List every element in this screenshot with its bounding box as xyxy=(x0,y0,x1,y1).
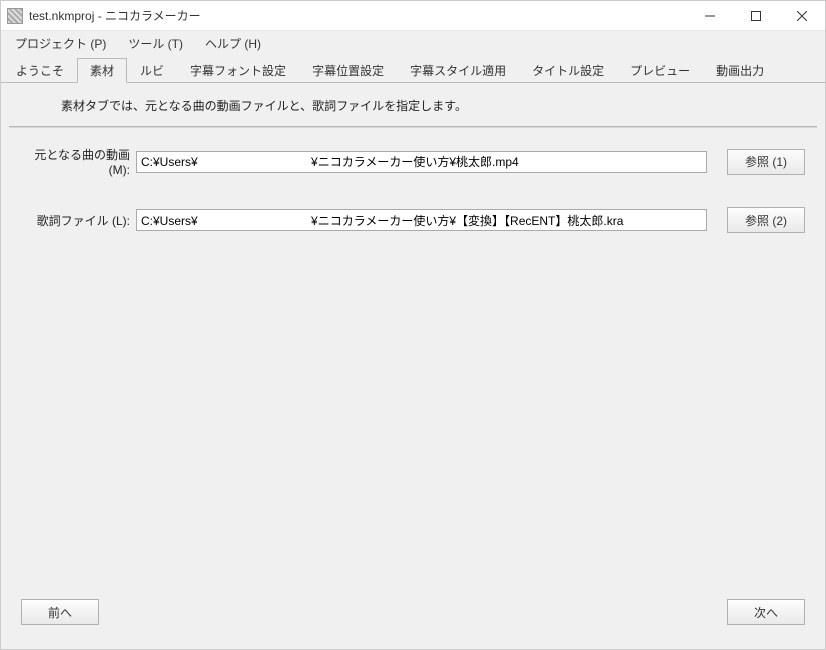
tab-font[interactable]: 字幕フォント設定 xyxy=(177,58,299,83)
tabstrip: ようこそ 素材 ルビ 字幕フォント設定 字幕位置設定 字幕スタイル適用 タイトル… xyxy=(1,55,825,83)
close-button[interactable] xyxy=(779,1,825,30)
video-browse-button[interactable]: 参照 (1) xyxy=(727,149,805,175)
video-label: 元となる曲の動画 (M): xyxy=(21,146,136,177)
menu-help[interactable]: ヘルプ (H) xyxy=(195,32,271,55)
minimize-button[interactable] xyxy=(687,1,733,30)
tab-title[interactable]: タイトル設定 xyxy=(519,58,617,83)
tab-position[interactable]: 字幕位置設定 xyxy=(299,58,397,83)
tab-style[interactable]: 字幕スタイル適用 xyxy=(397,58,519,83)
nav-buttons: 前へ 次へ xyxy=(1,599,825,649)
tab-material[interactable]: 素材 xyxy=(77,58,127,83)
next-button[interactable]: 次へ xyxy=(727,599,805,625)
tab-output[interactable]: 動画出力 xyxy=(703,58,777,83)
prev-button[interactable]: 前へ xyxy=(21,599,99,625)
maximize-button[interactable] xyxy=(733,1,779,30)
tab-preview[interactable]: プレビュー xyxy=(617,58,703,83)
video-path-input[interactable] xyxy=(136,151,707,173)
lyrics-path-input[interactable] xyxy=(136,209,707,231)
window-title: test.nkmproj - ニコカラメーカー xyxy=(29,7,201,24)
lyrics-label: 歌詞ファイル (L): xyxy=(21,212,136,229)
divider xyxy=(9,126,817,128)
app-icon xyxy=(7,8,23,24)
titlebar: test.nkmproj - ニコカラメーカー xyxy=(1,1,825,31)
menubar: プロジェクト (P) ツール (T) ヘルプ (H) xyxy=(1,31,825,55)
content-area: 素材タブでは、元となる曲の動画ファイルと、歌詞ファイルを指定します。 元となる曲… xyxy=(1,83,825,649)
lyrics-row: 歌詞ファイル (L): 参照 (2) xyxy=(1,207,825,233)
menu-project[interactable]: プロジェクト (P) xyxy=(5,32,116,55)
tab-welcome[interactable]: ようこそ xyxy=(3,58,77,83)
menu-tool[interactable]: ツール (T) xyxy=(118,32,193,55)
tab-ruby[interactable]: ルビ xyxy=(127,58,177,83)
tab-description: 素材タブでは、元となる曲の動画ファイルと、歌詞ファイルを指定します。 xyxy=(1,83,825,126)
lyrics-browse-button[interactable]: 参照 (2) xyxy=(727,207,805,233)
video-row: 元となる曲の動画 (M): 参照 (1) xyxy=(1,146,825,177)
